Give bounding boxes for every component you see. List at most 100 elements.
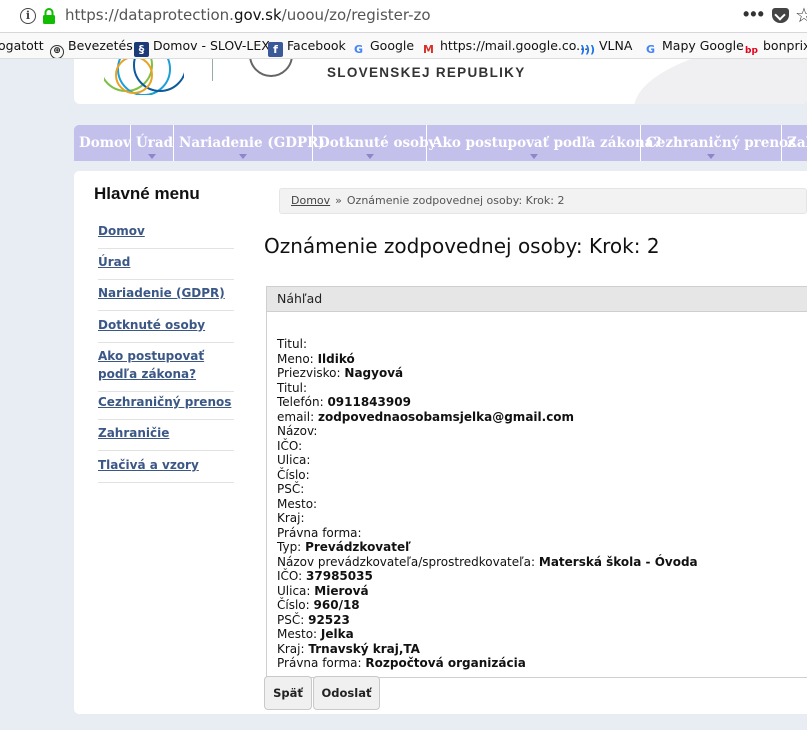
content-area: Hlavné menu Domov Úrad Nariadenie (GDPR)… — [74, 171, 807, 714]
preview-row: Číslo: 960/18 — [277, 598, 807, 613]
google-icon: G — [353, 43, 364, 56]
bookmark-item[interactable]: ⊕ Bevezetés — [50, 38, 133, 58]
gmail-icon: M — [423, 43, 434, 56]
nav-item-gdpr[interactable]: Nariadenie (GDPR) — [174, 125, 325, 161]
preview-row-value: 37985035 — [306, 569, 373, 583]
sidebar-item-urad[interactable]: Úrad — [98, 253, 234, 280]
nav-item-domov[interactable]: Domov — [74, 125, 131, 161]
bookmark-item[interactable]: Mhttps://mail.google.co... — [421, 38, 588, 57]
sidebar-link[interactable]: Nariadenie (GDPR) — [98, 286, 225, 300]
bookmark-item[interactable]: G Mapy Google — [643, 38, 744, 57]
preview-row: Meno: Ildikó — [277, 352, 807, 367]
bookmark-item[interactable]: G Google — [351, 38, 414, 57]
breadcrumb-current: Oznámenie zodpovednej osoby: Krok: 2 — [346, 194, 565, 207]
sidebar-item-cezhranicny-prenos[interactable]: Cezhraničný prenos — [98, 393, 234, 420]
page-actions-icon[interactable]: ••• — [743, 4, 765, 25]
preview-row-label: Kraj: — [277, 641, 305, 656]
nav-item-cezhranicny-prenos[interactable]: Cezhraničný prenos — [641, 125, 796, 161]
nav-item-urad[interactable]: Úrad — [131, 125, 174, 161]
sidebar-item-dotknute-osoby[interactable]: Dotknuté osoby — [98, 316, 234, 343]
bookmark-item[interactable]: bp bonprix — [744, 38, 807, 58]
main-nav: Domov Úrad Nariadenie (GDPR) Dotknuté os… — [74, 125, 807, 161]
preview-row-value: 92523 — [308, 612, 350, 627]
preview-row: Názov prevádzkovateľa/sprostredkovateľa:… — [277, 555, 807, 570]
preview-row: Priezvisko: Nagyová — [277, 366, 807, 381]
preview-row-value: Trnavský kraj,TA — [308, 641, 420, 656]
preview-row: Kraj: Trnavský kraj,TA — [277, 642, 807, 657]
preview-row: Typ: Prevádzkovateľ — [277, 540, 807, 555]
sidebar-link[interactable]: Cezhraničný prenos — [98, 395, 231, 409]
pocket-icon[interactable] — [772, 8, 789, 23]
sidebar-link[interactable]: Úrad — [98, 255, 130, 269]
url-text[interactable]: https://dataprotection.gov.sk/uoou/zo/re… — [65, 6, 431, 24]
browser-url-bar[interactable]: i https://dataprotection.gov.sk/uoou/zo/… — [0, 0, 807, 33]
header-divider — [212, 59, 213, 81]
bookmark-item[interactable]: f Facebook — [268, 38, 346, 57]
sidebar-item-zahranicie[interactable]: Zahraničie — [98, 424, 234, 451]
office-logo — [104, 59, 184, 95]
bookmark-item[interactable]: § Domov - SLOV-LEX — [134, 38, 270, 57]
chevron-down-icon — [239, 154, 247, 159]
preview-row-label: Právna forma: — [277, 656, 362, 670]
preview-row-value: 960/18 — [313, 598, 360, 612]
preview-row-value: Rozpočtová organizácia — [365, 656, 526, 670]
wave-icon: ))) — [580, 43, 596, 56]
preview-row: Názov: — [277, 424, 807, 439]
preview-row-label: PSČ: — [277, 612, 305, 627]
submit-button[interactable]: Odoslať — [313, 676, 380, 710]
bookmark-item[interactable]: ))) VLNA — [580, 38, 632, 57]
preview-row-value: Nagyová — [344, 366, 404, 380]
preview-row-label: Typ: — [277, 540, 302, 554]
sidebar-item-tlaciva[interactable]: Tlačivá a vzory — [98, 456, 234, 483]
preview-row-label: Právna forma: — [277, 525, 362, 540]
preview-row: IČO: — [277, 439, 807, 454]
sidebar-title: Hlavné menu — [94, 184, 200, 203]
preview-row-value: Prevádzkovateľ — [305, 540, 411, 554]
chevron-down-icon — [707, 154, 715, 159]
chevron-down-icon — [529, 154, 538, 159]
preview-row-label: Titul: — [277, 337, 307, 351]
breadcrumb-separator: » — [335, 194, 342, 207]
preview-row: email: zodpovednaosobamsjelka@gmail.com — [277, 410, 807, 425]
sidebar-link[interactable]: Dotknuté osoby — [98, 318, 205, 332]
preview-row-value: Materská škola - Óvoda — [538, 554, 698, 569]
sidebar-link[interactable]: Domov — [98, 224, 145, 238]
sidebar-item-ako-postupovat[interactable]: Ako postupovať podľa zákona? — [98, 347, 234, 392]
nav-item-zahranicie[interactable]: Zahraničie — [782, 125, 807, 161]
bonprix-icon: bp — [745, 46, 758, 56]
back-button[interactable]: Späť — [264, 676, 312, 710]
preview-row-label: Číslo: — [277, 467, 310, 482]
section-icon: § — [134, 42, 149, 57]
preview-row-value: 0911843909 — [327, 395, 411, 409]
sidebar-item-gdpr[interactable]: Nariadenie (GDPR) — [98, 284, 234, 311]
preview-row-label: Názov prevádzkovateľa/sprostredkovateľa: — [277, 554, 536, 569]
preview-row-label: Priezvisko: — [277, 366, 341, 380]
breadcrumb-home-link[interactable]: Domov — [291, 194, 330, 207]
coat-of-arms — [249, 59, 293, 77]
bookmark-item[interactable]: ogatott — [0, 38, 44, 53]
preview-row-value: Mierová — [314, 583, 369, 598]
preview-row-label: Mesto: — [277, 627, 318, 641]
preview-row: Mesto: Jelka — [277, 627, 807, 642]
preview-row: Titul: — [277, 337, 807, 352]
preview-row: IČO: 37985035 — [277, 569, 807, 584]
nav-item-dotknute-osoby[interactable]: Dotknuté osoby — [313, 125, 436, 161]
info-icon[interactable]: i — [20, 8, 36, 24]
sidebar-link[interactable]: Ako postupovať podľa zákona? — [98, 349, 204, 381]
nav-item-ako-postupovat[interactable]: Ako postupovať podľa zákona? — [427, 125, 661, 161]
page-title: Oznámenie zodpovednej osoby: Krok: 2 — [264, 234, 660, 258]
sidebar-item-domov[interactable]: Domov — [98, 222, 234, 249]
sidebar-link[interactable]: Tlačivá a vzory — [98, 458, 199, 472]
sidebar-link[interactable]: Zahraničie — [98, 426, 169, 440]
breadcrumb: Domov » Oznámenie zodpovednej osoby: Krok:… — [279, 188, 807, 214]
preview-row: PSČ: 92523 — [277, 613, 807, 628]
preview-row: Číslo: — [277, 468, 807, 483]
preview-row-label: PSČ: — [277, 482, 305, 496]
bookmark-star-icon[interactable]: ☆ — [795, 3, 807, 28]
globe-icon: ⊕ — [50, 45, 64, 58]
preview-row-label: email: — [277, 409, 315, 424]
preview-panel-body: Titul: Meno: Ildikó Priezvisko: Nagyová Tit… — [267, 312, 807, 671]
preview-row: Kraj: — [277, 511, 807, 526]
preview-row-label: Ulica: — [277, 583, 311, 598]
chevron-down-icon — [148, 154, 156, 159]
